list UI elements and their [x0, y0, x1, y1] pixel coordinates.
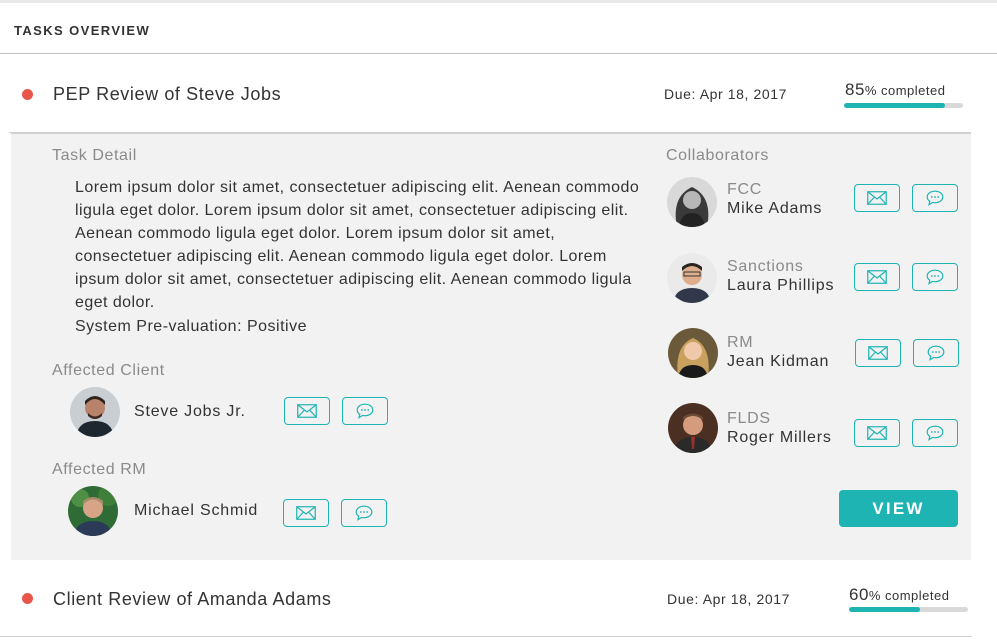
status-dot — [22, 593, 33, 604]
task-progress-label: 60% completed — [849, 585, 949, 605]
mail-icon — [867, 270, 887, 284]
chat-icon — [926, 190, 944, 206]
mail-icon — [297, 404, 317, 418]
email-collaborator-button[interactable] — [854, 263, 900, 291]
message-collaborator-button[interactable] — [912, 419, 958, 447]
collaborator-role: Sanctions — [727, 258, 804, 275]
chat-icon — [926, 425, 944, 441]
task-due-date: Due: Apr 18, 2017 — [667, 591, 791, 607]
task-detail-heading: Task Detail — [52, 147, 137, 164]
task-detail-text: Lorem ipsum dolor sit amet, consectetuer… — [75, 179, 640, 311]
task-due-date: Due: Apr 18, 2017 — [664, 86, 788, 102]
progress-percent: 85 — [845, 80, 865, 99]
progress-bar — [844, 103, 963, 108]
message-collaborator-button[interactable] — [913, 339, 959, 367]
message-client-button[interactable] — [342, 397, 388, 425]
email-collaborator-button[interactable] — [855, 339, 901, 367]
collaborator-role: RM — [727, 334, 754, 351]
progress-bar-fill — [849, 607, 921, 612]
system-prevaluation: System Pre-valuation: Positive — [75, 318, 307, 335]
chat-icon — [355, 505, 373, 521]
avatar — [667, 253, 717, 303]
progress-percent-sign: % — [864, 83, 877, 98]
avatar — [68, 486, 118, 536]
chat-icon — [356, 403, 374, 419]
collaborator-name: Mike Adams — [727, 200, 823, 217]
avatar — [668, 328, 718, 378]
task-progress-label: 85% completed — [845, 80, 945, 100]
row-divider — [0, 636, 972, 637]
task-row[interactable]: PEP Review of Steve Jobs Due: Apr 18, 20… — [0, 54, 997, 134]
view-button[interactable]: VIEW — [839, 490, 958, 527]
avatar — [667, 177, 717, 227]
progress-bar — [849, 607, 968, 612]
mail-icon — [867, 426, 887, 440]
message-rm-button[interactable] — [341, 499, 387, 527]
progress-completed-text: completed — [876, 83, 946, 98]
email-collaborator-button[interactable] — [854, 419, 900, 447]
task-title[interactable]: PEP Review of Steve Jobs — [53, 84, 281, 105]
progress-percent: 60 — [849, 585, 869, 604]
task-title[interactable]: Client Review of Amanda Adams — [53, 589, 332, 610]
tasks-overview-header: TASKS OVERVIEW — [0, 3, 997, 54]
affected-client-heading: Affected Client — [52, 362, 165, 379]
collaborator-role: FCC — [727, 181, 762, 198]
avatar — [70, 387, 120, 437]
affected-client-name: Steve Jobs Jr. — [134, 403, 246, 420]
affected-rm-name: Michael Schmid — [134, 502, 259, 519]
collaborator-name: Laura Phillips — [727, 277, 835, 294]
avatar — [668, 403, 718, 453]
email-collaborator-button[interactable] — [854, 184, 900, 212]
collaborator-name: Roger Millers — [727, 429, 832, 446]
task-row[interactable]: Client Review of Amanda Adams Due: Apr 1… — [0, 560, 997, 640]
email-rm-button[interactable] — [283, 499, 329, 527]
affected-rm-heading: Affected RM — [52, 461, 147, 478]
page-title: TASKS OVERVIEW — [14, 23, 151, 38]
message-collaborator-button[interactable] — [912, 263, 958, 291]
collaborator-role: FLDS — [727, 410, 771, 427]
chat-icon — [926, 269, 944, 285]
progress-completed-text: completed — [880, 588, 950, 603]
chat-icon — [927, 345, 945, 361]
mail-icon — [868, 346, 888, 360]
progress-percent-sign: % — [868, 588, 881, 603]
collaborator-name: Jean Kidman — [727, 353, 830, 370]
mail-icon — [296, 506, 316, 520]
message-collaborator-button[interactable] — [912, 184, 958, 212]
progress-bar-fill — [844, 103, 946, 108]
email-client-button[interactable] — [284, 397, 330, 425]
mail-icon — [867, 191, 887, 205]
collaborators-heading: Collaborators — [666, 147, 769, 164]
status-dot — [22, 89, 33, 100]
